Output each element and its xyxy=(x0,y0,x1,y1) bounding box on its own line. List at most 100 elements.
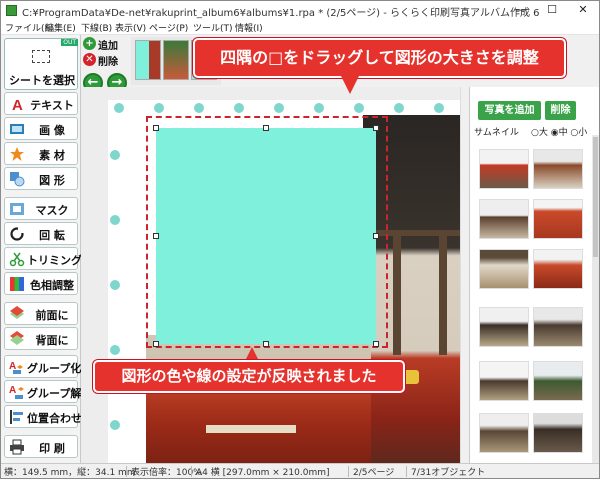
resize-handle-bottom-left[interactable] xyxy=(153,341,159,347)
star-icon xyxy=(10,147,24,161)
tool-rotate-button[interactable]: 回 転 xyxy=(4,222,78,245)
status-coordinates: 横：149.5 mm，縦：34.1 mm xyxy=(4,468,136,478)
add-icon: + xyxy=(83,37,96,50)
add-photo-button[interactable]: 写真を追加 xyxy=(478,101,541,120)
resize-handle-top-right[interactable] xyxy=(373,125,379,131)
decor-dot xyxy=(110,280,120,290)
tool-group-button[interactable]: A グループ化 xyxy=(4,355,82,378)
decor-dot xyxy=(314,103,324,113)
status-separator xyxy=(191,466,192,477)
color-adjust-icon xyxy=(10,277,24,291)
menu-info[interactable]: 情報(I) xyxy=(235,21,263,34)
tool-bring-front-button[interactable]: 前面に xyxy=(4,302,78,325)
album-page[interactable] xyxy=(108,100,468,463)
mask-icon xyxy=(10,203,24,215)
hw-badge: OUT xyxy=(61,39,78,46)
maximize-button[interactable]: ☐ xyxy=(537,1,567,20)
tool-trim-button[interactable]: トリミング xyxy=(4,247,82,270)
tool-color-adjust-label: 色相調整 xyxy=(30,279,74,292)
photo-thumbnail[interactable] xyxy=(533,199,583,239)
menu-tools[interactable]: ツール(T) xyxy=(193,21,233,34)
selection-outline xyxy=(146,116,388,348)
photo-thumbnail[interactable] xyxy=(479,249,529,289)
group-icon: A xyxy=(9,361,23,374)
canvas-area[interactable] xyxy=(81,87,468,463)
tool-print-label: 印 刷 xyxy=(39,442,65,455)
photo-thumbnail[interactable] xyxy=(533,249,583,289)
instruction-callout-bottom: 図形の色や線の設定が反映されました xyxy=(93,360,405,393)
page-thumbnail[interactable] xyxy=(163,40,189,80)
photo-thumbnail[interactable] xyxy=(479,413,529,453)
decor-dot xyxy=(114,103,124,113)
page-thumbnail[interactable] xyxy=(135,40,161,80)
tool-text-button[interactable]: A テキスト xyxy=(4,92,78,115)
decor-dot xyxy=(110,215,120,225)
resize-handle-top-left[interactable] xyxy=(153,125,159,131)
print-icon xyxy=(10,439,24,455)
resize-handle-bottom-right[interactable] xyxy=(373,341,379,347)
text-icon: A xyxy=(12,97,23,112)
align-icon xyxy=(10,410,23,424)
photo-panel-scrollbar[interactable] xyxy=(592,135,599,463)
tool-send-back-button[interactable]: 背面に xyxy=(4,327,78,350)
thumbnail-size-options[interactable]: ○大 ◉中 ○小 xyxy=(531,125,587,138)
tool-group-label: グループ化 xyxy=(27,362,82,375)
photo-thumbnail[interactable] xyxy=(479,361,529,401)
status-bar: 横：149.5 mm，縦：34.1 mm 表示倍率：100% A4 横 [297… xyxy=(1,463,599,478)
status-objects: 7/31オブジェクト xyxy=(411,468,486,478)
title-bar: C:¥ProgramData¥De-net¥rakuprint_album6¥a… xyxy=(1,1,599,20)
photo-thumbnail[interactable] xyxy=(479,307,529,347)
image-icon xyxy=(10,124,24,134)
tool-material-label: 素 材 xyxy=(39,149,65,162)
tool-align-button[interactable]: 位置合わせ xyxy=(4,405,82,428)
status-separator xyxy=(126,466,127,477)
resize-handle-left[interactable] xyxy=(153,233,159,239)
add-page-button[interactable]: + 追加 xyxy=(83,37,129,52)
delete-page-button[interactable]: ✕ 削除 xyxy=(83,53,129,68)
status-page: 2/5ページ xyxy=(353,468,395,478)
callout-pointer xyxy=(245,347,259,361)
tool-rotate-label: 回 転 xyxy=(39,229,65,242)
tool-image-button[interactable]: 画 像 xyxy=(4,117,78,140)
menu-edit[interactable]: 編集(E) xyxy=(45,21,76,34)
photo-thumbnail[interactable] xyxy=(479,199,529,239)
bring-front-icon xyxy=(10,306,24,319)
tool-shape-label: 図 形 xyxy=(39,174,65,187)
tool-material-button[interactable]: 素 材 xyxy=(4,142,78,165)
decor-dot xyxy=(354,103,364,113)
tool-shape-button[interactable]: 図 形 xyxy=(4,167,78,190)
tool-print-button[interactable]: 印 刷 xyxy=(4,435,78,458)
resize-handle-right[interactable] xyxy=(373,233,379,239)
tool-color-adjust-button[interactable]: 色相調整 xyxy=(4,272,78,295)
delete-photo-button[interactable]: 削除 xyxy=(545,101,576,120)
thumbnail-size-label: サムネイル xyxy=(474,128,519,138)
gate-beam xyxy=(206,425,296,433)
app-window: C:¥ProgramData¥De-net¥rakuprint_album6¥a… xyxy=(0,0,600,479)
scrollbar-thumb[interactable] xyxy=(593,137,598,257)
select-sheet-button[interactable]: OUT シートを選択 xyxy=(4,38,78,90)
send-back-icon xyxy=(10,331,24,345)
photo-thumbnail[interactable] xyxy=(479,149,529,189)
canvas-vertical-scrollbar[interactable] xyxy=(460,87,468,463)
tool-ungroup-button[interactable]: A グループ解除 xyxy=(4,380,92,403)
photo-thumbnail[interactable] xyxy=(533,149,583,189)
tool-trim-label: トリミング xyxy=(27,254,82,267)
decor-dot xyxy=(154,103,164,113)
window-title: C:¥ProgramData¥De-net¥rakuprint_album6¥a… xyxy=(22,8,540,19)
tool-bring-front-label: 前面に xyxy=(35,309,69,322)
menu-view[interactable]: 表示(V) xyxy=(115,21,146,34)
resize-handle-bottom[interactable] xyxy=(263,341,269,347)
menu-underline[interactable]: 下線(B) xyxy=(81,21,112,34)
decor-dot xyxy=(110,345,120,355)
menu-page[interactable]: ページ(P) xyxy=(149,21,188,34)
photo-thumbnail[interactable] xyxy=(533,361,583,401)
tool-mask-button[interactable]: マスク xyxy=(4,197,78,220)
resize-handle-top[interactable] xyxy=(263,125,269,131)
photo-thumbnail[interactable] xyxy=(533,413,583,453)
status-paper: A4 横 [297.0mm × 210.0mm] xyxy=(196,468,330,478)
close-button[interactable]: ✕ xyxy=(568,1,598,20)
photo-thumbnail[interactable] xyxy=(533,307,583,347)
lantern xyxy=(403,370,419,384)
photo-panel: 写真を追加 削除 サムネイル ○大 ◉中 ○小 xyxy=(469,87,599,463)
minimize-button[interactable]: — xyxy=(506,1,536,20)
